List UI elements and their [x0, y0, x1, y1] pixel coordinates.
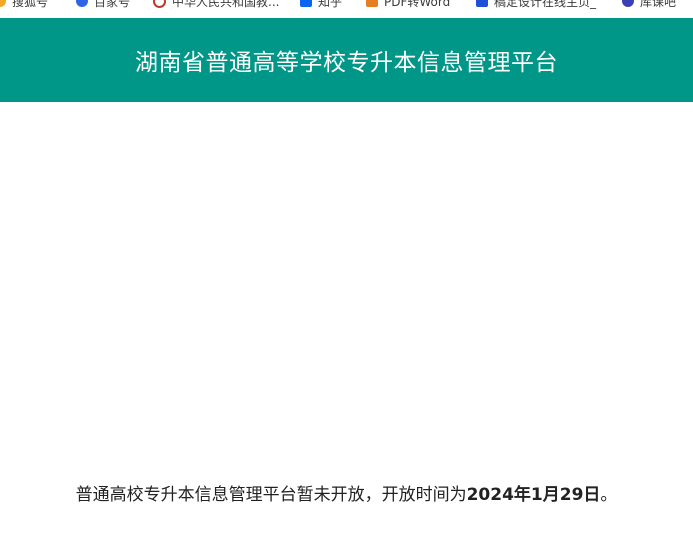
bookmark-label: 知乎 [318, 0, 343, 9]
bookmark-label: 库课吧 [640, 0, 677, 9]
bookmark-moe[interactable]: 中华人民共和国教... [153, 0, 279, 10]
gaoding-icon [476, 0, 488, 7]
kuke-icon [622, 0, 634, 7]
bookmark-sohu[interactable]: 搜狐号 [0, 0, 48, 10]
open-date: 2024年1月29日 [466, 485, 601, 505]
page-header: 湖南省普通高等学校专升本信息管理平台 [0, 18, 693, 102]
bookmark-label: 百家号 [94, 0, 131, 9]
bookmark-gaoding[interactable]: 稿定设计在线主页_ [476, 0, 596, 10]
baijiahao-icon [76, 0, 88, 7]
main-content: 普通高校专升本信息管理平台暂未开放，开放时间为2024年1月29日。 [0, 102, 693, 538]
pdf-word-icon [366, 0, 378, 7]
bookmarks-bar: 搜狐号 百家号 中华人民共和国教... 知乎 PDF转Word 稿定设计在线主页… [0, 0, 693, 18]
bookmark-label: 中华人民共和国教... [172, 0, 280, 9]
page-title: 湖南省普通高等学校专升本信息管理平台 [135, 50, 558, 76]
notice-text: 普通高校专升本信息管理平台暂未开放，开放时间为 [75, 485, 467, 505]
bookmark-baijiahao[interactable]: 百家号 [76, 0, 130, 10]
bookmark-kuke[interactable]: 库课吧 [622, 0, 676, 10]
bookmark-pdf-word[interactable]: PDF转Word [366, 0, 450, 10]
notice-message: 普通高校专升本信息管理平台暂未开放，开放时间为2024年1月29日。 [0, 480, 693, 505]
notice-suffix: 。 [600, 485, 618, 505]
zhihu-icon [300, 0, 312, 7]
bookmark-label: 稿定设计在线主页_ [494, 0, 597, 9]
bookmark-label: PDF转Word [384, 0, 451, 9]
moe-icon [153, 0, 166, 8]
bookmark-zhihu[interactable]: 知乎 [300, 0, 342, 10]
bookmark-label: 搜狐号 [12, 0, 49, 9]
sohu-icon [0, 0, 6, 7]
